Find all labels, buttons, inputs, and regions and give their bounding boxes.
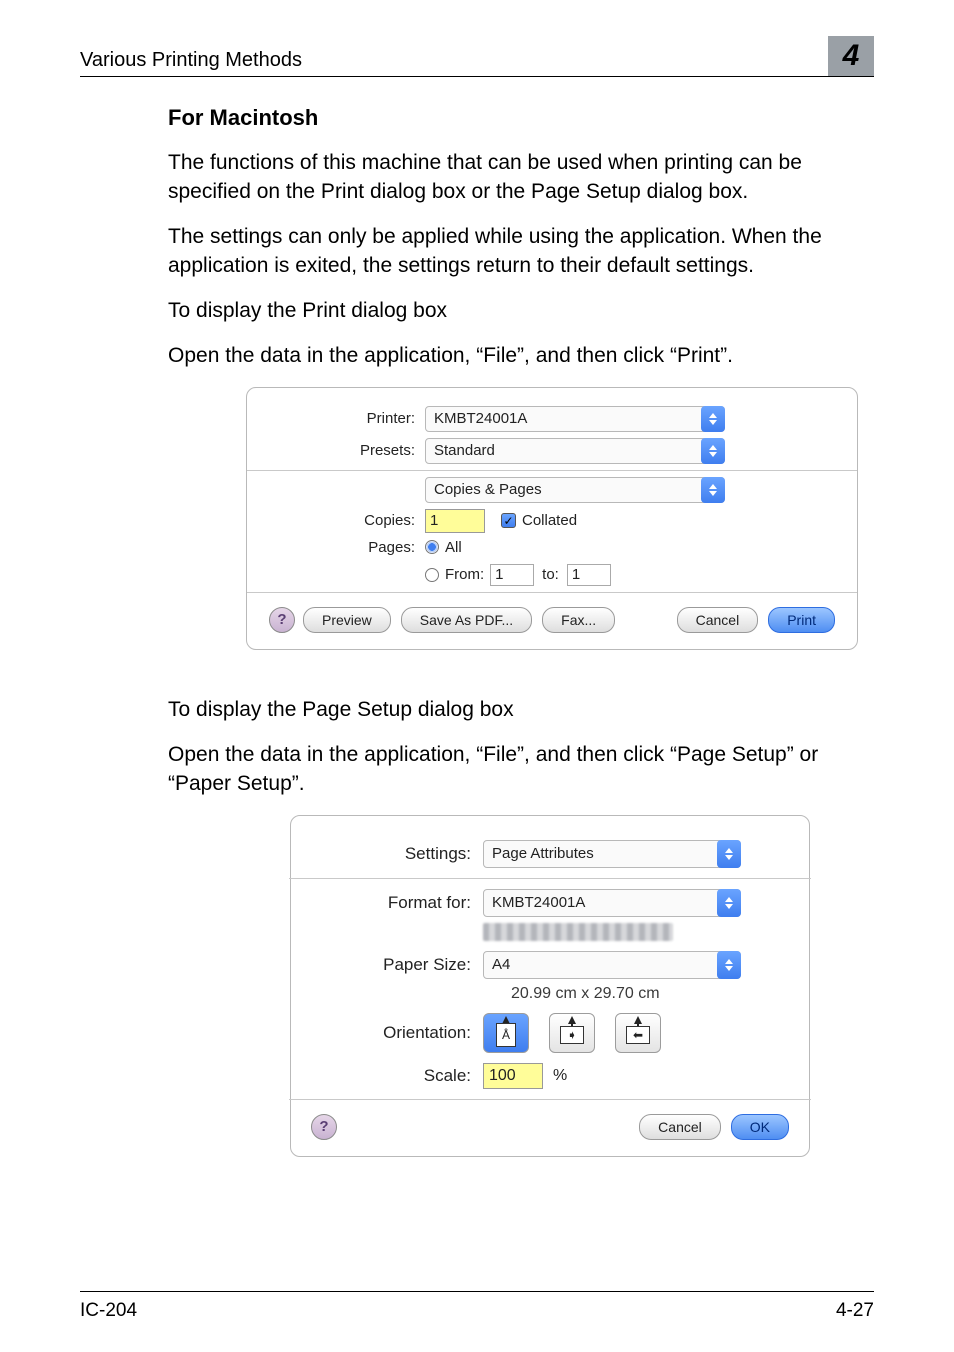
divider [289,1099,811,1100]
fax-button[interactable]: Fax... [542,607,615,633]
stepper-icon [701,477,725,503]
paragraph-5: To display the Page Setup dialog box [168,696,874,725]
pages-to-label: to: [542,566,559,583]
orientation-landscape-left-button[interactable]: ⬅ [615,1013,661,1053]
radio-off-icon [425,568,439,582]
copies-label: Copies: [269,512,425,529]
paper-size-select-value: A4 [492,956,510,973]
paper-size-select[interactable]: A4 [483,951,741,979]
stepper-icon [717,840,741,868]
page-setup-dialog: Settings: Page Attributes Format for: KM… [290,815,810,1157]
cancel-button[interactable]: Cancel [639,1114,721,1140]
scale-percent-label: % [553,1067,567,1085]
pages-from-value: 1 [495,566,503,583]
orientation-landscape-left-icon: ⬅ [627,1020,649,1046]
stepper-icon [701,406,725,432]
section-heading: For Macintosh [168,105,874,131]
radio-on-icon [425,540,439,554]
collated-label: Collated [522,512,577,529]
pages-all-label: All [445,539,462,556]
ok-button[interactable]: OK [731,1114,789,1140]
scale-value: 100 [489,1067,516,1085]
copies-value: 1 [430,512,438,529]
divider [247,470,857,471]
copies-input[interactable]: 1 [425,509,485,533]
divider [247,592,857,593]
presets-label: Presets: [269,442,425,459]
pages-to-value: 1 [572,566,580,583]
pages-from-input[interactable]: 1 [490,564,534,586]
paragraph-3: To display the Print dialog box [168,297,874,326]
chapter-number: 4 [843,39,860,73]
pane-select-value: Copies & Pages [434,481,542,498]
orientation-landscape-right-icon: ➧ [561,1020,583,1046]
orientation-label: Orientation: [311,1023,483,1043]
format-for-label: Format for: [311,893,483,913]
format-for-select-value: KMBT24001A [492,894,585,911]
printer-label: Printer: [269,410,425,427]
preview-button[interactable]: Preview [303,607,391,633]
presets-select[interactable]: Standard [425,438,725,464]
paper-size-label: Paper Size: [311,955,483,975]
orientation-portrait-icon: Å [495,1020,517,1046]
footer-right: 4-27 [836,1300,874,1322]
chapter-tab: 4 [828,36,874,76]
pages-from-label: From: [445,566,484,583]
printer-select-value: KMBT24001A [434,410,527,427]
presets-select-value: Standard [434,442,495,459]
print-dialog: Printer: KMBT24001A Presets: Standard Co… [246,387,858,650]
stepper-icon [717,951,741,979]
pages-label: Pages: [269,539,425,556]
help-button[interactable]: ? [269,607,295,633]
pages-to-input[interactable]: 1 [567,564,611,586]
paper-dimensions: 20.99 cm x 29.70 cm [511,985,789,1003]
orientation-portrait-button[interactable]: Å [483,1013,529,1053]
settings-label: Settings: [311,844,483,864]
format-for-subtext [483,923,673,941]
cancel-button[interactable]: Cancel [677,607,759,633]
scale-label: Scale: [311,1066,483,1086]
divider [289,878,811,879]
save-as-pdf-button[interactable]: Save As PDF... [401,607,532,633]
stepper-icon [717,889,741,917]
paragraph-2: The settings can only be applied while u… [168,223,874,281]
orientation-landscape-right-button[interactable]: ➧ [549,1013,595,1053]
pages-all-radio[interactable]: All [425,539,593,556]
print-button[interactable]: Print [768,607,835,633]
check-icon: ✓ [501,513,516,528]
pane-select[interactable]: Copies & Pages [425,477,725,503]
settings-select[interactable]: Page Attributes [483,840,741,868]
printer-select[interactable]: KMBT24001A [425,406,725,432]
page-header-title: Various Printing Methods [80,49,302,72]
paragraph-1: The functions of this machine that can b… [168,149,874,207]
scale-input[interactable]: 100 [483,1063,543,1089]
help-button[interactable]: ? [311,1114,337,1140]
collated-checkbox[interactable]: ✓ Collated [501,512,577,529]
stepper-icon [701,438,725,464]
paragraph-6: Open the data in the application, “File”… [168,741,874,799]
settings-select-value: Page Attributes [492,845,594,862]
footer-left: IC-204 [80,1300,137,1322]
pages-from-radio[interactable]: From: [425,566,484,583]
format-for-select[interactable]: KMBT24001A [483,889,741,917]
paragraph-4: Open the data in the application, “File”… [168,342,874,371]
